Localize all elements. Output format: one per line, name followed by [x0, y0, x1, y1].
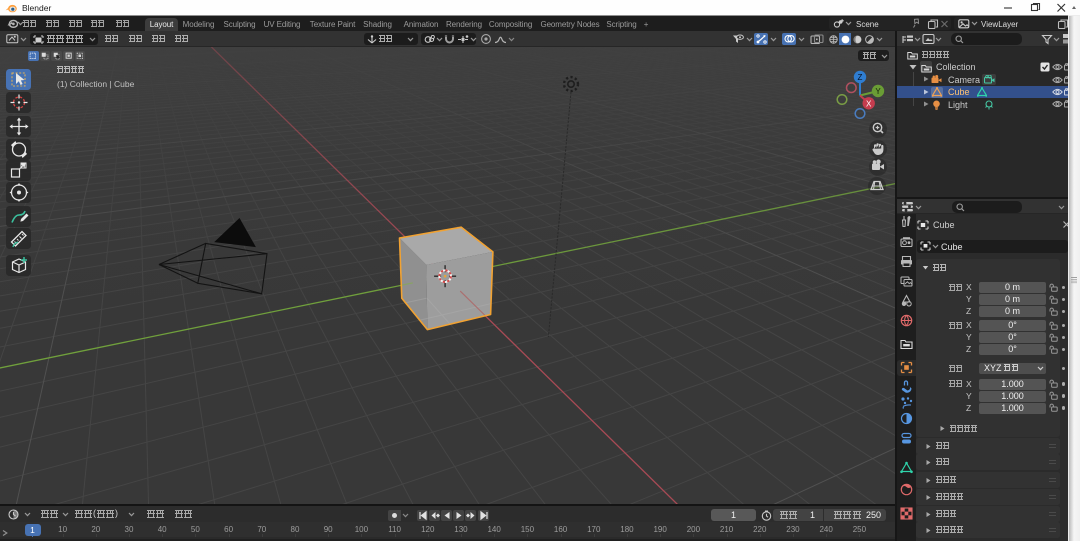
- svg-text:Z: Z: [858, 73, 863, 82]
- svg-text:Y: Y: [875, 87, 881, 96]
- svg-text:X: X: [866, 99, 872, 108]
